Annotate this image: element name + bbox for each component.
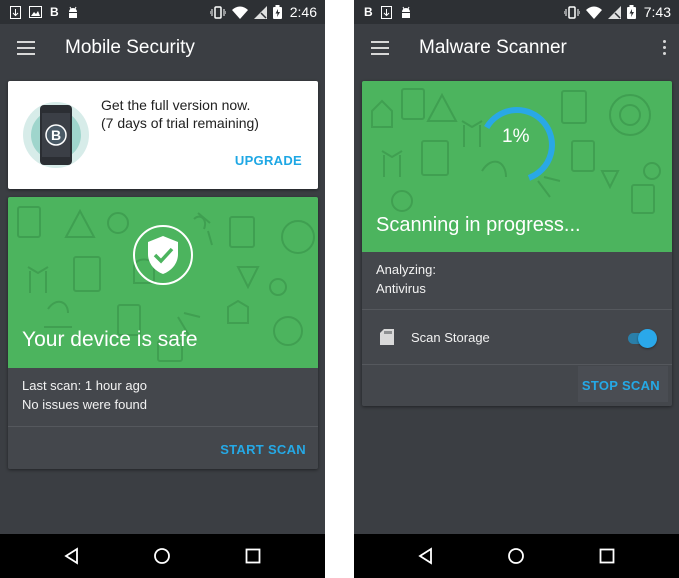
analyzing-value: Antivirus xyxy=(376,281,426,296)
recents-icon[interactable] xyxy=(243,546,263,566)
stop-scan-button[interactable]: STOP SCAN xyxy=(582,378,660,393)
phone-shield-illustration-icon: B xyxy=(23,102,89,168)
mobile-security-screen: B 2:46 Mobile Security B Get the full ve… xyxy=(0,0,325,578)
download-icon xyxy=(380,5,392,19)
app-bar: Malware Scanner xyxy=(354,24,679,74)
start-scan-button[interactable]: START SCAN xyxy=(220,442,306,457)
vibrate-icon xyxy=(563,5,580,19)
status-bar: B 2:46 xyxy=(0,0,325,24)
navigation-bar xyxy=(0,534,325,578)
home-icon[interactable] xyxy=(152,546,172,566)
status-headline: Your device is safe xyxy=(22,328,198,351)
download-icon xyxy=(10,5,21,19)
badge-letter: B xyxy=(51,127,61,143)
vibrate-icon xyxy=(209,5,226,19)
menu-icon[interactable] xyxy=(17,41,35,55)
analyzing-label: Analyzing: xyxy=(376,262,436,277)
upgrade-button[interactable]: UPGRADE xyxy=(235,153,302,168)
home-icon[interactable] xyxy=(506,546,526,566)
last-scan-text: Last scan: 1 hour ago xyxy=(22,378,148,393)
device-status-card: Your device is safe Last scan: 1 hour ag… xyxy=(8,197,318,469)
status-banner: Your device is safe xyxy=(8,197,318,368)
b-icon: B xyxy=(50,5,59,19)
sd-card-icon xyxy=(380,329,394,345)
scan-banner: 1% Scanning in progress... xyxy=(362,81,672,252)
no-sim-icon xyxy=(607,5,621,19)
toggle-thumb xyxy=(638,329,657,348)
no-sim-icon xyxy=(253,5,267,19)
malware-scanner-screen: B 7:43 Malware Scanner 1% Scanning in pr… xyxy=(354,0,679,578)
android-icon xyxy=(68,6,77,18)
upgrade-message-line2: (7 days of trial remaining) xyxy=(101,115,259,131)
divider xyxy=(362,309,672,310)
wifi-icon xyxy=(231,6,248,19)
page-title: Malware Scanner xyxy=(419,37,567,58)
progress-percent: 1% xyxy=(502,126,530,147)
menu-icon[interactable] xyxy=(371,41,389,55)
clock: 2:46 xyxy=(289,4,317,20)
issues-text: No issues were found xyxy=(22,397,148,412)
page-title: Mobile Security xyxy=(65,37,195,58)
upgrade-card: B Get the full version now. (7 days of t… xyxy=(8,81,318,189)
navigation-bar xyxy=(354,534,679,578)
battery-charging-icon xyxy=(272,5,282,19)
recents-icon[interactable] xyxy=(597,546,617,566)
status-bar: B 7:43 xyxy=(354,0,679,24)
scan-headline: Scanning in progress... xyxy=(376,214,581,236)
back-icon[interactable] xyxy=(416,546,436,566)
clock: 7:43 xyxy=(643,4,671,20)
more-options-icon[interactable] xyxy=(661,40,667,58)
status-details: Last scan: 1 hour ago No issues were fou… xyxy=(8,368,318,469)
app-bar: Mobile Security xyxy=(0,24,325,74)
divider xyxy=(8,426,318,427)
wifi-icon xyxy=(585,6,602,19)
shield-check-icon xyxy=(133,225,193,285)
scan-card: 1% Scanning in progress... Analyzing: An… xyxy=(362,81,672,406)
image-icon xyxy=(29,6,42,18)
scan-storage-label: Scan Storage xyxy=(411,330,490,345)
b-icon: B xyxy=(364,5,373,19)
battery-charging-icon xyxy=(626,5,636,19)
scan-details: Analyzing: Antivirus Scan Storage STOP S… xyxy=(362,252,672,406)
upgrade-message-line1: Get the full version now. xyxy=(101,97,251,113)
back-icon[interactable] xyxy=(62,546,82,566)
divider xyxy=(362,364,672,365)
android-icon xyxy=(401,6,410,18)
scan-storage-toggle[interactable] xyxy=(626,329,657,348)
